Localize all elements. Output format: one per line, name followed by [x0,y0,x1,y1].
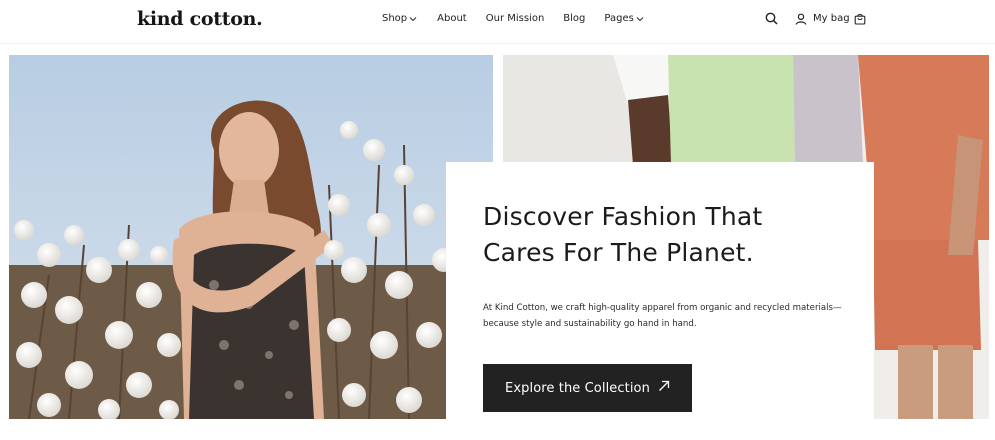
bag-icon[interactable] [854,13,866,25]
header-actions: My bag [765,12,866,25]
arrow-up-right-icon [658,380,670,396]
user-icon[interactable] [795,13,807,25]
nav-item-about[interactable]: About [437,13,467,24]
hero-title-line: Discover Fashion That [483,202,763,231]
nav-item-label: Our Mission [485,13,545,24]
hero-description-line: because style and sustainability go hand… [483,319,697,329]
main-nav: Shop About Our Mission Blog Pages [382,13,664,24]
hero-description-line: At Kind Cotton, we craft high-quality ap… [483,303,842,313]
nav-item-shop[interactable]: Shop [382,13,418,24]
chevron-down-icon [636,16,645,22]
site-header: kind cotton. Shop About Our Mission Blog… [0,0,995,44]
nav-item-label: Pages [604,13,634,24]
hero-title-line: Cares For The Planet. [483,238,754,267]
hero-description: At Kind Cotton, we craft high-quality ap… [483,300,843,332]
hero-image-cotton-field [9,55,493,419]
hero-title: Discover Fashion That Cares For The Plan… [483,199,843,271]
nav-item-our-mission[interactable]: Our Mission [486,13,545,24]
explore-collection-button[interactable]: Explore the Collection [483,364,692,412]
nav-item-label: About [437,13,467,24]
my-bag-link[interactable]: My bag [813,13,850,24]
nav-item-pages[interactable]: Pages [604,13,644,24]
cta-label: Explore the Collection [505,380,650,396]
chevron-down-icon [409,16,418,22]
nav-item-label: Blog [563,13,586,24]
nav-item-blog[interactable]: Blog [563,13,585,24]
brand-logo[interactable]: kind cotton. [137,8,263,30]
search-icon[interactable] [765,12,778,25]
hero-card: Discover Fashion That Cares For The Plan… [446,162,874,420]
nav-item-label: Shop [382,13,408,24]
